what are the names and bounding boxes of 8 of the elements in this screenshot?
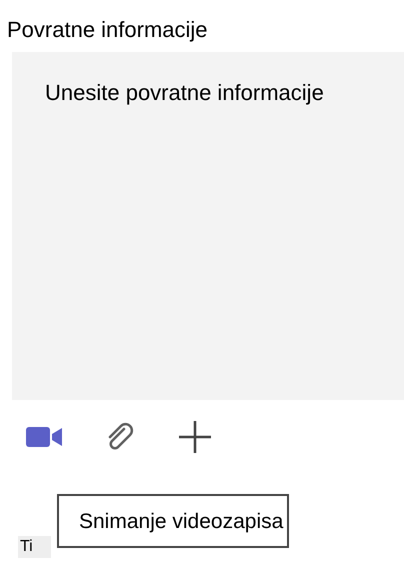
user-label: Ti	[18, 536, 51, 558]
video-camera-button[interactable]	[26, 425, 62, 449]
plus-icon	[178, 420, 212, 454]
add-button[interactable]	[178, 420, 212, 454]
tooltip: Snimanje videozapisa	[57, 494, 290, 548]
video-camera-icon	[26, 425, 62, 449]
feedback-field[interactable]: Unesite povratne informacije	[12, 52, 404, 400]
field-label: Povratne informacije	[6, 16, 209, 44]
